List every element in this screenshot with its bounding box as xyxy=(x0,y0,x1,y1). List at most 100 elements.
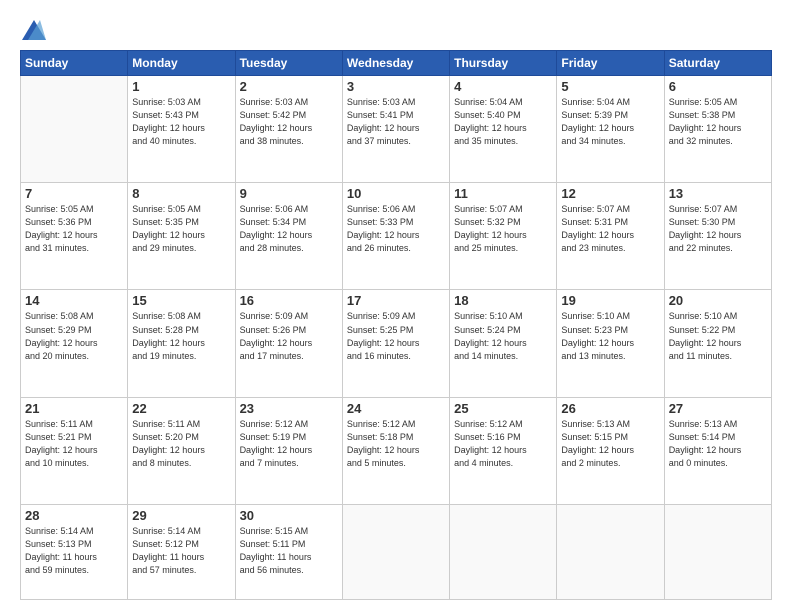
day-number: 15 xyxy=(132,293,230,308)
day-info: Sunrise: 5:10 AM Sunset: 5:23 PM Dayligh… xyxy=(561,310,659,362)
calendar-day-cell: 29 Sunrise: 5:14 AM Sunset: 5:12 PM Dayli… xyxy=(128,504,235,599)
day-info: Sunrise: 5:09 AM Sunset: 5:25 PM Dayligh… xyxy=(347,310,445,362)
calendar-day-cell: 21Sunrise: 5:11 AM Sunset: 5:21 PM Dayli… xyxy=(21,397,128,504)
day-number: 2 xyxy=(240,79,338,94)
calendar-day-cell: 2 Sunrise: 5:03 AM Sunset: 5:42 PM Daylig… xyxy=(235,76,342,183)
day-number: 14 xyxy=(25,293,123,308)
day-info: Sunrise: 5:12 AM Sunset: 5:16 PM Dayligh… xyxy=(454,418,552,470)
calendar-day-cell: 25 Sunrise: 5:12 AM Sunset: 5:16 PM Dayli… xyxy=(450,397,557,504)
day-info: Sunrise: 5:04 AM Sunset: 5:39 PM Dayligh… xyxy=(561,96,659,148)
day-number: 4 xyxy=(454,79,552,94)
day-info: Sunrise: 5:13 AM Sunset: 5:14 PM Dayligh… xyxy=(669,418,767,470)
day-info: Sunrise: 5:15 AM Sunset: 5:11 PM Dayligh… xyxy=(240,525,338,577)
day-number: 28 xyxy=(25,508,123,523)
calendar-day-cell: 4 Sunrise: 5:04 AM Sunset: 5:40 PM Daylig… xyxy=(450,76,557,183)
calendar-day-header: Monday xyxy=(128,51,235,76)
day-info: Sunrise: 5:03 AM Sunset: 5:43 PM Dayligh… xyxy=(132,96,230,148)
calendar-day-cell xyxy=(342,504,449,599)
day-number: 25 xyxy=(454,401,552,416)
calendar-day-cell: 11 Sunrise: 5:07 AM Sunset: 5:32 PM Dayli… xyxy=(450,183,557,290)
calendar-day-cell: 22 Sunrise: 5:11 AM Sunset: 5:20 PM Dayli… xyxy=(128,397,235,504)
day-info: Sunrise: 5:07 AM Sunset: 5:31 PM Dayligh… xyxy=(561,203,659,255)
calendar-day-cell: 9 Sunrise: 5:06 AM Sunset: 5:34 PM Daylig… xyxy=(235,183,342,290)
day-info: Sunrise: 5:11 AM Sunset: 5:21 PM Dayligh… xyxy=(25,418,123,470)
calendar-week-row: 28 Sunrise: 5:14 AM Sunset: 5:13 PM Dayli… xyxy=(21,504,772,599)
day-info: Sunrise: 5:09 AM Sunset: 5:26 PM Dayligh… xyxy=(240,310,338,362)
day-number: 5 xyxy=(561,79,659,94)
calendar-week-row: 1 Sunrise: 5:03 AM Sunset: 5:43 PM Daylig… xyxy=(21,76,772,183)
calendar-day-cell: 23Sunrise: 5:12 AM Sunset: 5:19 PM Dayli… xyxy=(235,397,342,504)
calendar-table: SundayMondayTuesdayWednesdayThursdayFrid… xyxy=(20,50,772,600)
day-info: Sunrise: 5:12 AM Sunset: 5:18 PM Dayligh… xyxy=(347,418,445,470)
calendar-day-cell: 18 Sunrise: 5:10 AM Sunset: 5:24 PM Dayli… xyxy=(450,290,557,397)
day-info: Sunrise: 5:05 AM Sunset: 5:38 PM Dayligh… xyxy=(669,96,767,148)
day-number: 26 xyxy=(561,401,659,416)
day-number: 1 xyxy=(132,79,230,94)
day-number: 24 xyxy=(347,401,445,416)
calendar-day-cell: 20Sunrise: 5:10 AM Sunset: 5:22 PM Dayli… xyxy=(664,290,771,397)
calendar-day-cell: 6 Sunrise: 5:05 AM Sunset: 5:38 PM Daylig… xyxy=(664,76,771,183)
day-info: Sunrise: 5:05 AM Sunset: 5:35 PM Dayligh… xyxy=(132,203,230,255)
day-number: 8 xyxy=(132,186,230,201)
day-number: 9 xyxy=(240,186,338,201)
calendar-day-cell: 26Sunrise: 5:13 AM Sunset: 5:15 PM Dayli… xyxy=(557,397,664,504)
calendar-day-cell: 3 Sunrise: 5:03 AM Sunset: 5:41 PM Daylig… xyxy=(342,76,449,183)
header xyxy=(20,16,772,40)
calendar-week-row: 21Sunrise: 5:11 AM Sunset: 5:21 PM Dayli… xyxy=(21,397,772,504)
day-number: 6 xyxy=(669,79,767,94)
day-info: Sunrise: 5:08 AM Sunset: 5:28 PM Dayligh… xyxy=(132,310,230,362)
calendar-week-row: 14 Sunrise: 5:08 AM Sunset: 5:29 PM Dayli… xyxy=(21,290,772,397)
day-number: 18 xyxy=(454,293,552,308)
day-info: Sunrise: 5:06 AM Sunset: 5:34 PM Dayligh… xyxy=(240,203,338,255)
day-info: Sunrise: 5:03 AM Sunset: 5:42 PM Dayligh… xyxy=(240,96,338,148)
day-number: 27 xyxy=(669,401,767,416)
day-info: Sunrise: 5:04 AM Sunset: 5:40 PM Dayligh… xyxy=(454,96,552,148)
day-info: Sunrise: 5:06 AM Sunset: 5:33 PM Dayligh… xyxy=(347,203,445,255)
page: SundayMondayTuesdayWednesdayThursdayFrid… xyxy=(0,0,792,612)
day-info: Sunrise: 5:07 AM Sunset: 5:30 PM Dayligh… xyxy=(669,203,767,255)
calendar-day-cell: 24 Sunrise: 5:12 AM Sunset: 5:18 PM Dayli… xyxy=(342,397,449,504)
day-info: Sunrise: 5:08 AM Sunset: 5:29 PM Dayligh… xyxy=(25,310,123,362)
day-number: 7 xyxy=(25,186,123,201)
calendar-day-header: Thursday xyxy=(450,51,557,76)
day-info: Sunrise: 5:14 AM Sunset: 5:12 PM Dayligh… xyxy=(132,525,230,577)
day-number: 22 xyxy=(132,401,230,416)
calendar-day-cell: 28 Sunrise: 5:14 AM Sunset: 5:13 PM Dayli… xyxy=(21,504,128,599)
day-info: Sunrise: 5:07 AM Sunset: 5:32 PM Dayligh… xyxy=(454,203,552,255)
calendar-day-cell: 15 Sunrise: 5:08 AM Sunset: 5:28 PM Dayli… xyxy=(128,290,235,397)
calendar-day-cell xyxy=(21,76,128,183)
calendar-day-cell: 30 Sunrise: 5:15 AM Sunset: 5:11 PM Dayli… xyxy=(235,504,342,599)
day-info: Sunrise: 5:10 AM Sunset: 5:24 PM Dayligh… xyxy=(454,310,552,362)
day-number: 29 xyxy=(132,508,230,523)
logo xyxy=(20,20,46,40)
day-info: Sunrise: 5:05 AM Sunset: 5:36 PM Dayligh… xyxy=(25,203,123,255)
calendar-day-header: Wednesday xyxy=(342,51,449,76)
calendar-header-row: SundayMondayTuesdayWednesdayThursdayFrid… xyxy=(21,51,772,76)
day-info: Sunrise: 5:03 AM Sunset: 5:41 PM Dayligh… xyxy=(347,96,445,148)
day-number: 3 xyxy=(347,79,445,94)
calendar-day-cell: 16Sunrise: 5:09 AM Sunset: 5:26 PM Dayli… xyxy=(235,290,342,397)
calendar-day-cell: 5 Sunrise: 5:04 AM Sunset: 5:39 PM Daylig… xyxy=(557,76,664,183)
calendar-day-cell xyxy=(450,504,557,599)
calendar-day-header: Sunday xyxy=(21,51,128,76)
day-number: 30 xyxy=(240,508,338,523)
calendar-day-cell xyxy=(557,504,664,599)
calendar-day-cell: 8 Sunrise: 5:05 AM Sunset: 5:35 PM Daylig… xyxy=(128,183,235,290)
calendar-day-cell: 1 Sunrise: 5:03 AM Sunset: 5:43 PM Daylig… xyxy=(128,76,235,183)
calendar-day-cell: 19Sunrise: 5:10 AM Sunset: 5:23 PM Dayli… xyxy=(557,290,664,397)
logo-icon xyxy=(22,20,46,40)
calendar-day-cell xyxy=(664,504,771,599)
day-number: 12 xyxy=(561,186,659,201)
day-number: 11 xyxy=(454,186,552,201)
calendar-day-cell: 27 Sunrise: 5:13 AM Sunset: 5:14 PM Dayli… xyxy=(664,397,771,504)
day-info: Sunrise: 5:14 AM Sunset: 5:13 PM Dayligh… xyxy=(25,525,123,577)
calendar-day-cell: 12 Sunrise: 5:07 AM Sunset: 5:31 PM Dayli… xyxy=(557,183,664,290)
day-info: Sunrise: 5:10 AM Sunset: 5:22 PM Dayligh… xyxy=(669,310,767,362)
calendar-day-cell: 7 Sunrise: 5:05 AM Sunset: 5:36 PM Daylig… xyxy=(21,183,128,290)
calendar-day-cell: 17 Sunrise: 5:09 AM Sunset: 5:25 PM Dayli… xyxy=(342,290,449,397)
calendar-day-cell: 10Sunrise: 5:06 AM Sunset: 5:33 PM Dayli… xyxy=(342,183,449,290)
day-info: Sunrise: 5:11 AM Sunset: 5:20 PM Dayligh… xyxy=(132,418,230,470)
calendar-day-header: Friday xyxy=(557,51,664,76)
calendar-day-cell: 13Sunrise: 5:07 AM Sunset: 5:30 PM Dayli… xyxy=(664,183,771,290)
day-number: 17 xyxy=(347,293,445,308)
